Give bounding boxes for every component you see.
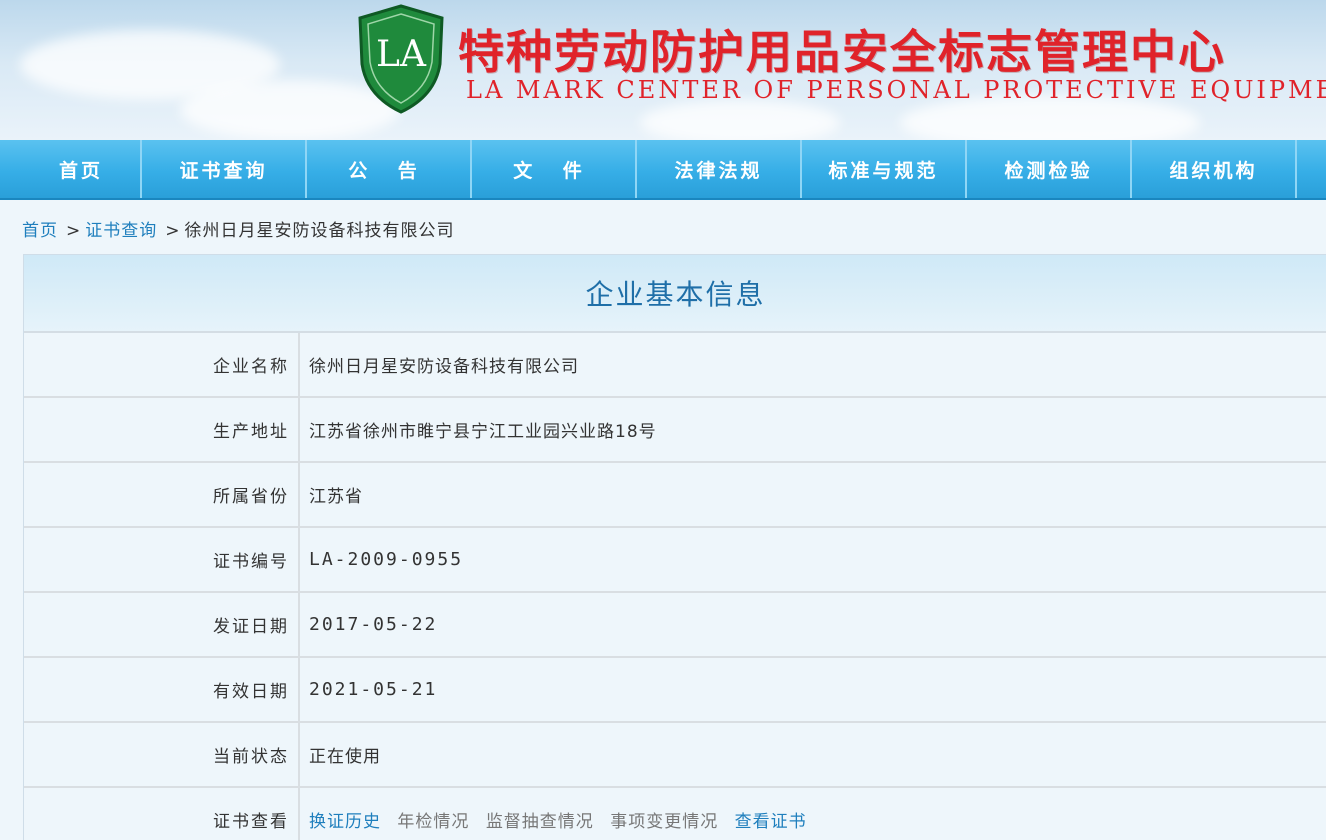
field-label: 企业名称 bbox=[24, 333, 300, 398]
breadcrumb: 首页 > 证书查询 > 徐州日月星安防设备科技有限公司 bbox=[22, 216, 455, 241]
company-name-value: 徐州日月星安防设备科技有限公司 bbox=[299, 333, 1326, 398]
company-info-panel: 企业基本信息 企业名称 徐州日月星安防设备科技有限公司 生产地址 江苏省徐州市睢… bbox=[23, 254, 1326, 840]
site-title-cn: 特种劳动防护用品安全标志管理中心 bbox=[458, 25, 1226, 79]
renewal-history-link[interactable]: 换证历史 bbox=[309, 812, 381, 832]
panel-title: 企业基本信息 bbox=[24, 255, 1326, 333]
cert-view-links: 换证历史 年检情况 监督抽查情况 事项变更情况 查看证书 bbox=[299, 787, 1326, 840]
la-shield-logo: LA bbox=[358, 4, 444, 114]
issue-date-value: 2017-05-22 bbox=[299, 592, 1326, 658]
annual-inspection-link[interactable]: 年检情况 bbox=[397, 812, 469, 832]
field-label: 当前状态 bbox=[24, 722, 300, 788]
main-nav: 首页 证书查询 公 告 文 件 法律法规 标准与规范 检测检验 组织机构 bbox=[0, 140, 1326, 200]
field-label: 所属省份 bbox=[24, 462, 300, 528]
nav-item-announcement[interactable]: 公 告 bbox=[307, 140, 472, 198]
table-row: 发证日期 2017-05-22 bbox=[24, 592, 1326, 658]
table-row: 企业名称 徐州日月星安防设备科技有限公司 bbox=[24, 333, 1326, 398]
view-certificate-link[interactable]: 查看证书 bbox=[735, 812, 807, 832]
expiry-date-value: 2021-05-21 bbox=[299, 657, 1326, 723]
field-label: 发证日期 bbox=[24, 592, 300, 658]
breadcrumb-separator: > bbox=[66, 221, 82, 241]
breadcrumb-home-link[interactable]: 首页 bbox=[22, 221, 58, 241]
table-row: 有效日期 2021-05-21 bbox=[24, 657, 1326, 723]
breadcrumb-separator: > bbox=[165, 221, 181, 241]
breadcrumb-cert-query-link[interactable]: 证书查询 bbox=[85, 221, 157, 241]
nav-item-standards[interactable]: 标准与规范 bbox=[802, 140, 967, 198]
supervision-check-link[interactable]: 监督抽查情况 bbox=[486, 812, 594, 832]
status-value: 正在使用 bbox=[299, 722, 1326, 788]
field-label: 证书查看 bbox=[24, 787, 300, 840]
table-row: 证书查看 换证历史 年检情况 监督抽查情况 事项变更情况 查看证书 bbox=[24, 787, 1326, 840]
address-value: 江苏省徐州市睢宁县宁江工业园兴业路18号 bbox=[299, 397, 1326, 463]
field-label: 证书编号 bbox=[24, 527, 300, 593]
table-row: 所属省份 江苏省 bbox=[24, 462, 1326, 528]
table-row: 生产地址 江苏省徐州市睢宁县宁江工业园兴业路18号 bbox=[24, 397, 1326, 463]
nav-item-laws[interactable]: 法律法规 bbox=[637, 140, 802, 198]
table-row: 证书编号 LA-2009-0955 bbox=[24, 527, 1326, 593]
nav-item-cert-query[interactable]: 证书查询 bbox=[142, 140, 307, 198]
nav-item-organization[interactable]: 组织机构 bbox=[1132, 140, 1297, 198]
header-banner: LA 特种劳动防护用品安全标志管理中心 LA MARK CENTER OF PE… bbox=[0, 0, 1326, 140]
cloud-decoration bbox=[640, 100, 840, 140]
site-title-en: LA MARK CENTER OF PERSONAL PROTECTIVE EQ… bbox=[466, 76, 1326, 104]
nav-item-home[interactable]: 首页 bbox=[0, 140, 142, 198]
province-value: 江苏省 bbox=[299, 462, 1326, 528]
field-label: 有效日期 bbox=[24, 657, 300, 723]
breadcrumb-current: 徐州日月星安防设备科技有限公司 bbox=[184, 221, 455, 241]
company-info-table: 企业名称 徐州日月星安防设备科技有限公司 生产地址 江苏省徐州市睢宁县宁江工业园… bbox=[24, 333, 1326, 840]
field-label: 生产地址 bbox=[24, 397, 300, 463]
logo-text: LA bbox=[376, 34, 427, 75]
nav-item-documents[interactable]: 文 件 bbox=[472, 140, 637, 198]
cert-number-value: LA-2009-0955 bbox=[299, 527, 1326, 593]
change-record-link[interactable]: 事项变更情况 bbox=[610, 812, 718, 832]
nav-item-testing[interactable]: 检测检验 bbox=[967, 140, 1132, 198]
table-row: 当前状态 正在使用 bbox=[24, 722, 1326, 788]
